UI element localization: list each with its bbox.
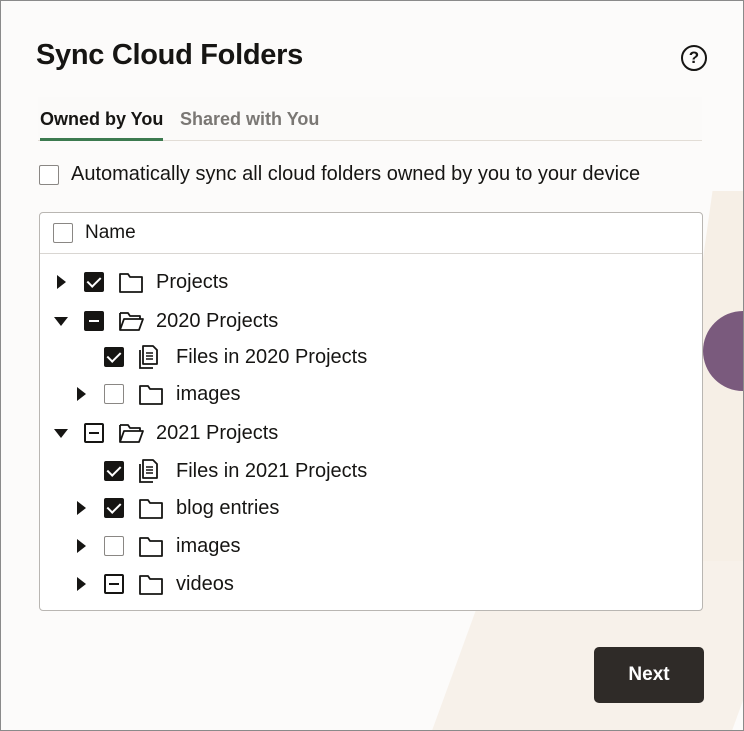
document-icon [138,345,164,369]
tab-shared-with-you[interactable]: Shared with You [180,109,319,138]
folder-tree: Name Projects 2020 Projects Files in 2020 … [39,212,703,611]
row-label: Projects [156,270,229,293]
expand-arrow-icon[interactable] [72,537,90,555]
row-checkbox[interactable] [104,574,124,594]
row-checkbox[interactable] [84,423,104,443]
name-column-header: Name [85,222,136,243]
row-checkbox[interactable] [104,498,124,518]
auto-sync-checkbox[interactable] [39,164,59,185]
document-icon [138,459,164,483]
folder-icon [138,496,164,520]
row-label: blog entries [176,496,280,519]
tree-header: Name [40,213,702,254]
tree-row[interactable]: Files in 2020 Projects [72,342,367,372]
row-checkbox[interactable] [104,384,124,404]
next-button[interactable]: Next [594,647,704,703]
folder-icon [138,382,164,406]
row-checkbox[interactable] [104,536,124,556]
expand-arrow-icon[interactable] [72,385,90,403]
folder-open-icon [118,421,144,445]
tree-row[interactable]: 2020 Projects [52,306,278,336]
tree-row[interactable]: Projects [52,267,228,297]
collapse-arrow-icon[interactable] [52,312,70,330]
tree-row[interactable]: Files in 2021 Projects [72,456,367,486]
row-label: videos [176,572,234,595]
row-label: Files in 2020 Projects [176,345,368,368]
row-label: images [176,382,241,405]
expand-arrow-icon[interactable] [72,499,90,517]
folder-open-icon [118,309,144,333]
row-checkbox[interactable] [84,272,104,292]
row-checkbox[interactable] [104,347,124,367]
folder-icon [138,534,164,558]
folder-icon [118,270,144,294]
collapse-arrow-icon[interactable] [52,424,70,442]
dialog-title: Sync Cloud Folders [36,39,303,71]
tree-row[interactable]: blog entries [72,493,279,523]
row-label: images [176,534,241,557]
tree-row[interactable]: images [72,379,240,409]
row-label: Files in 2021 Projects [176,459,368,482]
row-label: 2021 Projects [156,421,279,444]
row-checkbox[interactable] [84,311,104,331]
tab-bar: Owned by You Shared with You [38,97,702,141]
tree-row[interactable]: images [72,531,240,561]
question-circle-icon[interactable]: ? [681,45,707,71]
tree-row[interactable]: videos [72,569,234,599]
row-checkbox[interactable] [104,461,124,481]
auto-sync-option: Automatically sync all cloud folders own… [39,163,640,186]
row-label: 2020 Projects [156,309,279,332]
sync-cloud-folders-dialog: Sync Cloud Folders ? Owned by You Shared… [0,0,744,731]
auto-sync-label[interactable]: Automatically sync all cloud folders own… [71,163,640,186]
select-all-checkbox[interactable] [53,223,73,243]
expand-arrow-icon[interactable] [72,575,90,593]
tree-row[interactable]: 2021 Projects [52,418,278,448]
expand-arrow-icon[interactable] [52,273,70,291]
folder-icon [138,572,164,596]
tab-owned-by-you[interactable]: Owned by You [40,109,164,141]
